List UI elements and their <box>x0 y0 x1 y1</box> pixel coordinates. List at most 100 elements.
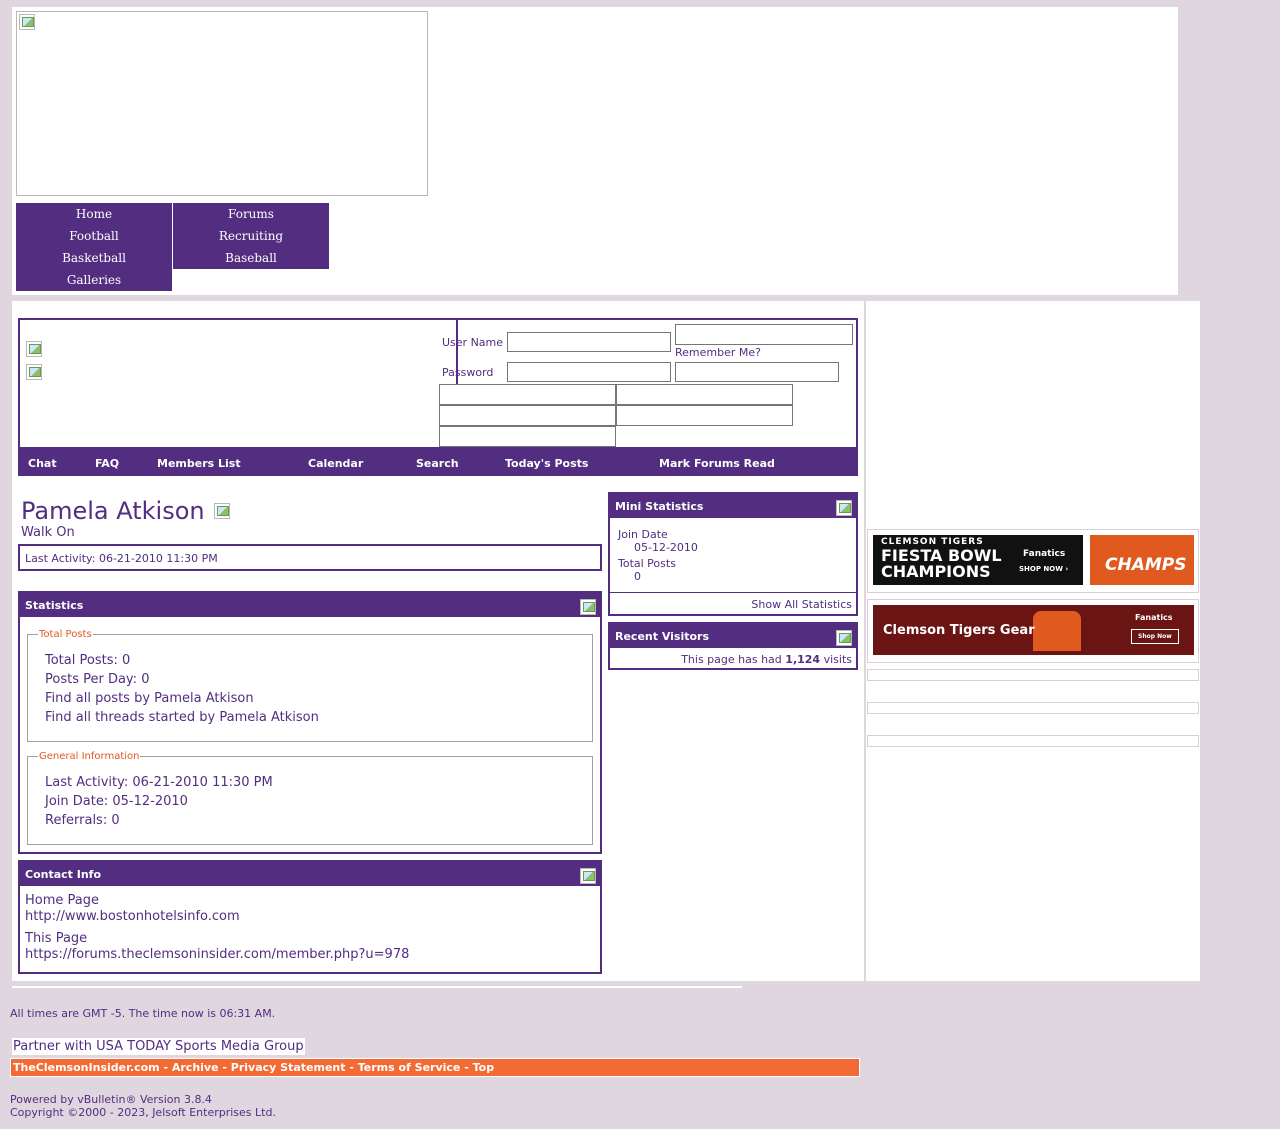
profile-usertitle: Walk On <box>21 525 75 540</box>
mini-statistics-header[interactable]: Mini Statistics <box>610 494 856 518</box>
navbar-chat[interactable]: Chat <box>28 457 57 470</box>
contact-info-panel: Contact Info Home Page http://www.boston… <box>18 860 602 974</box>
recent-visitors-header[interactable]: Recent Visitors <box>610 624 856 648</box>
copyright-text: Copyright ©2000 - 2023, Jelsoft Enterpri… <box>10 1106 276 1119</box>
collapse-icon[interactable] <box>580 868 596 884</box>
total-posts-legend: Total Posts <box>39 629 92 640</box>
username-label: User Name <box>442 336 504 349</box>
hidden-field-3[interactable] <box>439 405 616 426</box>
hidden-field-2[interactable] <box>616 384 793 405</box>
ad-frame-5 <box>867 735 1199 747</box>
mini-posts-label: Total Posts <box>618 557 676 570</box>
tshirt-icon <box>1033 611 1081 651</box>
mini-join-label: Join Date <box>618 528 668 541</box>
ad2-brand-text: Fanatics <box>1135 613 1173 622</box>
mini-statistics-title: Mini Statistics <box>615 500 704 513</box>
home-page-label: Home Page <box>25 893 99 908</box>
statistics-title: Statistics <box>25 599 84 612</box>
general-join-date: Join Date: 05-12-2010 <box>45 794 188 809</box>
partner-link[interactable]: Partner with USA TODAY Sports Media Grou… <box>12 1038 305 1055</box>
last-activity-text: Last Activity: 06-21-2010 11:30 PM <box>25 552 218 565</box>
ad1-main2-text: CHAMPIONS <box>881 562 991 581</box>
general-referrals: Referrals: 0 <box>45 813 120 828</box>
navbar-calendar[interactable]: Calendar <box>308 457 363 470</box>
general-last-activity: Last Activity: 06-21-2010 11:30 PM <box>45 775 273 790</box>
navbar-faq[interactable]: FAQ <box>95 457 119 470</box>
navbar-search[interactable]: Search <box>416 457 459 470</box>
mini-statistics-panel: Mini Statistics Join Date 05-12-2010 Tot… <box>608 492 858 616</box>
forum-navbar: Chat FAQ Members List Calendar Search To… <box>18 449 858 476</box>
timezone-text: All times are GMT -5. The time now is 06… <box>10 1007 276 1020</box>
ad-frame-2: Clemson Tigers Gear Fanatics Shop Now <box>867 599 1199 663</box>
password-label: Password <box>442 366 494 379</box>
recent-visitors-panel: Recent Visitors This page has had 1,124 … <box>608 622 858 670</box>
collapse-icon[interactable] <box>836 630 852 646</box>
nav-basketball[interactable]: Basketball <box>16 247 172 269</box>
mini-posts-value: 0 <box>634 570 641 583</box>
site-logo-image[interactable] <box>16 11 428 196</box>
profile-username: Pamela Atkison <box>21 497 205 525</box>
total-posts-text: Total Posts: 0 <box>45 653 131 668</box>
navbar-mark-forums-read[interactable]: Mark Forums Read <box>659 457 775 470</box>
ad1-brand-text: Fanatics <box>1023 549 1066 559</box>
navbar-todays-posts[interactable]: Today's Posts <box>505 457 588 470</box>
visits-suffix: visits <box>823 653 852 666</box>
this-page-label: This Page <box>25 931 88 946</box>
ad1-cta-text: SHOP NOW › <box>1019 565 1069 573</box>
password-input[interactable] <box>507 362 671 382</box>
ad2-main-text: Clemson Tigers Gear <box>883 623 1035 638</box>
powered-text: Powered by vBulletin® Version 3.8.4 <box>10 1093 212 1106</box>
collapse-icon[interactable] <box>580 599 596 615</box>
ad-frame-1: CLEMSON TIGERS FIESTA BOWL CHAMPIONS Fan… <box>867 529 1199 593</box>
nav-football[interactable]: Football <box>16 225 172 247</box>
tigers-gear-ad[interactable]: Clemson Tigers Gear Fanatics Shop Now <box>873 605 1194 655</box>
login-button[interactable] <box>675 324 853 345</box>
ad-frame-4 <box>867 702 1199 714</box>
powered-by: Powered by vBulletin® Version 3.8.4 Copy… <box>10 1093 276 1119</box>
nav-baseball[interactable]: Baseball <box>173 247 329 269</box>
champs-shirt-ad[interactable]: CHAMPS <box>1090 535 1194 585</box>
find-posts-link[interactable]: Find all posts by Pamela Atkison <box>45 691 254 706</box>
collapse-icon[interactable] <box>836 500 852 516</box>
ad2-cta-button[interactable]: Shop Now <box>1131 629 1179 644</box>
nav-forums[interactable]: Forums <box>173 203 329 225</box>
this-page-link[interactable]: https://forums.theclemsoninsider.com/mem… <box>25 947 409 962</box>
nav-galleries[interactable]: Galleries <box>16 269 172 291</box>
login-box: User Name Remember Me? Password <box>18 318 858 449</box>
visits-text: This page has had 1,124 visits <box>681 653 852 666</box>
nav-home[interactable]: Home <box>16 203 172 225</box>
posts-per-day-text: Posts Per Day: 0 <box>45 672 150 687</box>
contact-info-header[interactable]: Contact Info <box>20 862 600 886</box>
contact-info-title: Contact Info <box>25 868 102 881</box>
ad-frame-3 <box>867 669 1199 681</box>
last-activity-box: Last Activity: 06-21-2010 11:30 PM <box>18 544 602 571</box>
find-threads-link[interactable]: Find all threads started by Pamela Atkis… <box>45 710 319 725</box>
statistics-panel: Statistics Total Posts Total Posts: 0 Po… <box>18 591 602 854</box>
remember-checkbox[interactable] <box>675 362 839 382</box>
show-all-statistics-link[interactable]: Show All Statistics <box>751 598 852 611</box>
secondary-nav: Forums Recruiting Baseball <box>173 203 329 269</box>
navbar-members-list[interactable]: Members List <box>157 457 241 470</box>
recent-visitors-title: Recent Visitors <box>615 630 710 643</box>
forum-banner-icon[interactable] <box>26 364 42 380</box>
visits-count: 1,124 <box>785 653 821 666</box>
statistics-header[interactable]: Statistics <box>20 593 600 617</box>
forum-logo-icon[interactable] <box>26 341 42 357</box>
hidden-field-5[interactable] <box>439 426 616 447</box>
username-input[interactable] <box>507 332 671 352</box>
primary-nav: Home Football Basketball Galleries <box>16 203 172 291</box>
footer-divider <box>12 986 742 988</box>
online-status-icon <box>214 503 230 519</box>
home-page-link[interactable]: http://www.bostonhotelsinfo.com <box>25 909 240 924</box>
general-info-legend: General Information <box>39 751 140 762</box>
hidden-field-4[interactable] <box>616 405 793 426</box>
nav-recruiting[interactable]: Recruiting <box>173 225 329 247</box>
mini-join-value: 05-12-2010 <box>634 541 698 554</box>
ad1-shirt-text: CHAMPS <box>1105 555 1187 575</box>
visits-prefix: This page has had <box>681 653 782 666</box>
hidden-field-1[interactable] <box>439 384 616 405</box>
footer-links-bar[interactable]: TheClemsonInsider.com - Archive - Privac… <box>10 1058 860 1077</box>
fiesta-bowl-ad[interactable]: CLEMSON TIGERS FIESTA BOWL CHAMPIONS Fan… <box>873 535 1083 585</box>
mini-divider <box>610 592 856 593</box>
remember-me-label[interactable]: Remember Me? <box>675 346 761 359</box>
